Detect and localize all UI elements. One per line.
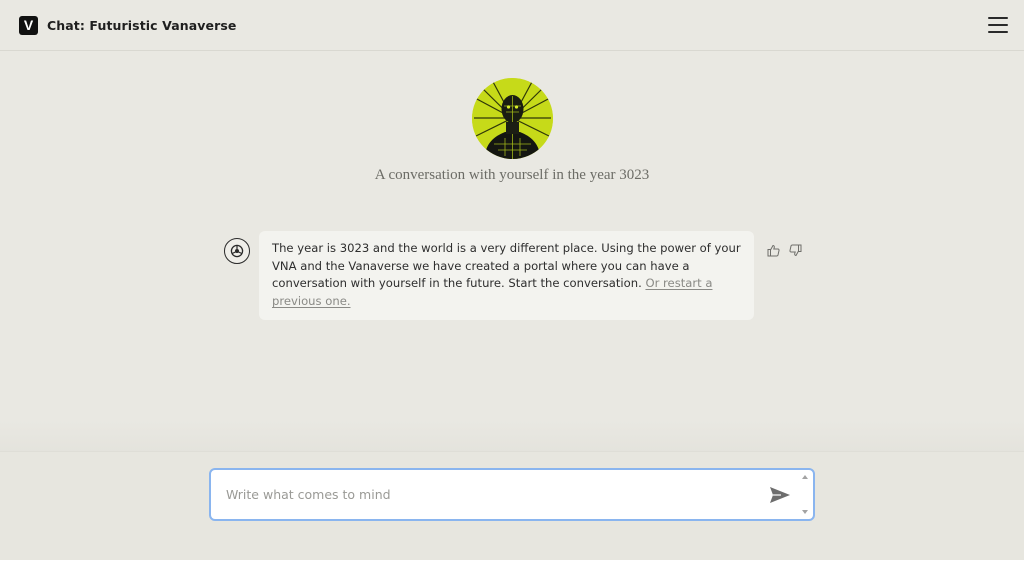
message-bubble: The year is 3023 and the world is a very… [259, 231, 754, 320]
thumbs-up-icon[interactable] [765, 242, 781, 258]
scroll-up-icon[interactable] [802, 475, 808, 479]
message-input[interactable] [211, 487, 767, 502]
brand: V Chat: Futuristic Vanaverse [19, 15, 237, 35]
send-icon[interactable] [767, 482, 793, 508]
message-feedback [765, 242, 803, 258]
assistant-message: The year is 3023 and the world is a very… [224, 231, 803, 320]
bot-icon [224, 238, 250, 264]
app-logo[interactable]: V [19, 15, 38, 35]
message-composer [209, 468, 815, 521]
composer-scrollbar[interactable] [799, 471, 811, 518]
app-title: Chat: Futuristic Vanaverse [47, 17, 237, 33]
hero: A conversation with yourself in the year… [0, 78, 1024, 184]
app-header: V Chat: Futuristic Vanaverse [0, 0, 1024, 51]
thumbs-down-icon[interactable] [787, 242, 803, 258]
scroll-down-icon[interactable] [802, 510, 808, 514]
bottom-strip [0, 560, 1024, 576]
robot-avatar [471, 78, 553, 159]
hamburger-menu-icon[interactable] [988, 17, 1008, 33]
composer-shade [0, 420, 1024, 451]
conversation-subtitle: A conversation with yourself in the year… [374, 167, 650, 183]
